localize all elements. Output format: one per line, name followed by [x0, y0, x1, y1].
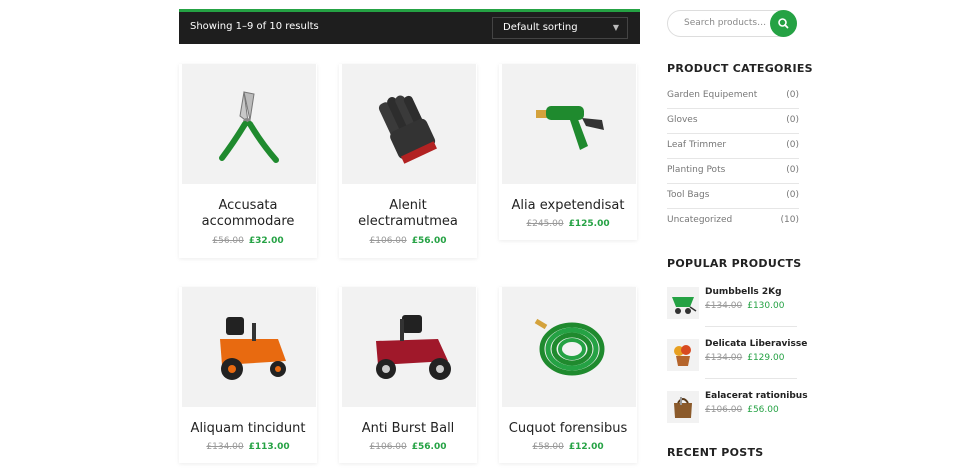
sorting-select-value: Default sorting	[503, 22, 578, 33]
product-title[interactable]: Accusata accommodare	[179, 198, 317, 230]
sale-price: £56.00	[747, 405, 779, 415]
popular-product-name[interactable]: Dumbbells 2Kg	[705, 287, 782, 297]
sale-price: £32.00	[248, 236, 284, 246]
product-image[interactable]	[502, 64, 636, 184]
product-price: £56.00 £32.00	[179, 236, 317, 246]
product-title[interactable]: Aliquam tincidunt	[179, 421, 317, 437]
sale-price: £130.00	[747, 301, 785, 311]
category-item[interactable]: Planting Pots (0)	[667, 158, 799, 184]
category-item[interactable]: Tool Bags (0)	[667, 183, 799, 209]
category-count: (0)	[786, 115, 799, 125]
product-price: £245.00 £125.00	[499, 219, 637, 229]
divider	[705, 378, 797, 379]
old-price: £134.00	[206, 442, 244, 452]
pruning-shears-icon	[219, 91, 279, 163]
category-name[interactable]: Garden Equipement	[667, 90, 757, 100]
popular-product-price: £134.00 £129.00	[705, 353, 784, 363]
product-categories-heading: PRODUCT CATEGORIES	[667, 62, 813, 75]
sale-price: £125.00	[568, 219, 610, 229]
product-price: £106.00 £56.00	[339, 236, 477, 246]
product-search[interactable]: Search products…	[667, 10, 797, 37]
old-price: £134.00	[705, 353, 743, 363]
tool-bag-icon	[674, 397, 692, 418]
category-name[interactable]: Tool Bags	[667, 190, 709, 200]
product-card[interactable]: Alia expetendisat £245.00 £125.00	[499, 64, 637, 240]
result-count: Showing 1–9 of 10 results	[190, 21, 319, 32]
product-card[interactable]: Alenit electramutmea £106.00 £56.00	[339, 64, 477, 258]
sale-price: £56.00	[411, 236, 447, 246]
sale-price: £129.00	[747, 353, 785, 363]
popular-product-name[interactable]: Delicata Liberavisse	[705, 339, 807, 349]
category-name[interactable]: Leaf Trimmer	[667, 140, 726, 150]
product-title[interactable]: Anti Burst Ball	[339, 421, 477, 437]
old-price: £134.00	[705, 301, 743, 311]
popular-product-thumb[interactable]	[667, 339, 699, 371]
product-image[interactable]	[342, 64, 476, 184]
product-card[interactable]: Aliquam tincidunt £134.00 £113.00	[179, 287, 317, 463]
category-item[interactable]: Gloves (0)	[667, 108, 799, 134]
popular-product-price: £134.00 £130.00	[705, 301, 784, 311]
popular-products-heading: POPULAR PRODUCTS	[667, 257, 802, 270]
popular-product-thumb[interactable]	[667, 287, 699, 319]
search-button[interactable]	[770, 10, 797, 37]
product-title[interactable]: Alia expetendisat	[499, 198, 637, 214]
old-price: £106.00	[705, 405, 743, 415]
category-name[interactable]: Uncategorized	[667, 215, 732, 225]
product-price: £58.00 £12.00	[499, 442, 637, 452]
riding-mower-orange-icon	[220, 317, 286, 380]
product-title[interactable]: Alenit electramutmea	[339, 198, 477, 230]
category-count: (10)	[780, 215, 799, 225]
product-card[interactable]: Cuquot forensibus £58.00 £12.00	[499, 287, 637, 463]
category-count: (0)	[786, 165, 799, 175]
hose-nozzle-icon	[536, 106, 604, 150]
category-count: (0)	[786, 90, 799, 100]
product-title[interactable]: Cuquot forensibus	[499, 421, 637, 437]
sale-price: £56.00	[411, 442, 447, 452]
divider	[705, 326, 797, 327]
product-card[interactable]: Accusata accommodare £56.00 £32.00	[179, 64, 317, 258]
category-count: (0)	[786, 140, 799, 150]
garden-gloves-icon	[378, 95, 437, 164]
popular-product-price: £106.00 £56.00	[705, 405, 779, 415]
product-price: £106.00 £56.00	[339, 442, 477, 452]
product-image[interactable]	[502, 287, 636, 407]
recent-posts-heading: RECENT POSTS	[667, 446, 764, 459]
search-icon	[778, 18, 789, 29]
flower-pot-icon	[674, 345, 691, 366]
results-toolbar: Showing 1–9 of 10 results Default sortin…	[179, 9, 640, 44]
sale-price: £113.00	[248, 442, 290, 452]
old-price: £245.00	[526, 219, 564, 229]
category-name[interactable]: Gloves	[667, 115, 698, 125]
popular-product-name[interactable]: Ealacerat rationibus	[705, 391, 808, 401]
sale-price: £12.00	[568, 442, 604, 452]
old-price: £106.00	[369, 442, 407, 452]
product-price: £134.00 £113.00	[179, 442, 317, 452]
category-item[interactable]: Uncategorized (10)	[667, 208, 799, 233]
product-image[interactable]	[182, 287, 316, 407]
product-card[interactable]: Anti Burst Ball £106.00 £56.00	[339, 287, 477, 463]
category-count: (0)	[786, 190, 799, 200]
category-name[interactable]: Planting Pots	[667, 165, 725, 175]
garden-hose-icon	[534, 318, 605, 376]
riding-mower-red-icon	[376, 315, 451, 380]
category-item[interactable]: Garden Equipement (0)	[667, 83, 799, 109]
category-item[interactable]: Leaf Trimmer (0)	[667, 133, 799, 159]
old-price: £58.00	[532, 442, 564, 452]
popular-product-thumb[interactable]	[667, 391, 699, 423]
old-price: £56.00	[212, 236, 244, 246]
product-image[interactable]	[342, 287, 476, 407]
wheelbarrow-icon	[672, 297, 697, 314]
old-price: £106.00	[369, 236, 407, 246]
search-input[interactable]: Search products…	[684, 18, 766, 28]
chevron-down-icon: ▼	[612, 23, 619, 32]
sorting-select[interactable]: Default sorting ▼	[492, 17, 628, 39]
product-image[interactable]	[182, 64, 316, 184]
